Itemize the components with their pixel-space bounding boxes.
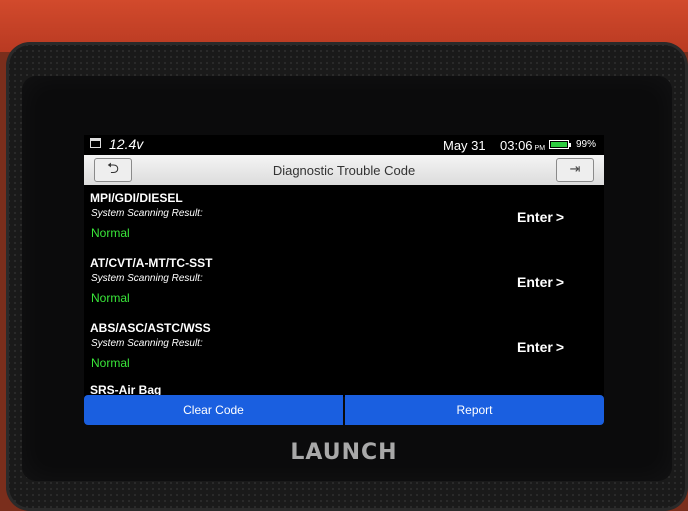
status-bar: 12.4v May 31 03:06 PM 99% [84,135,604,155]
clear-code-button[interactable]: Clear Code [84,395,343,425]
scan-status: Normal [91,226,130,240]
status-ampm: PM [534,145,546,152]
system-list: MPI/GDI/DIESEL System Scanning Result: N… [84,187,604,397]
chevron-right-icon: > [555,274,564,290]
voltage-readout: 12.4v [109,136,144,152]
brand-logo: LAUNCH [290,440,398,465]
enter-label: Enter [517,274,553,290]
page-title: Diagnostic Trouble Code [272,163,416,178]
system-name: MPI/GDI/DIESEL [90,191,183,205]
list-item[interactable]: ABS/ASC/ASTC/WSS System Scanning Result:… [84,317,604,382]
enter-button[interactable]: Enter > [517,339,564,355]
scan-result-label: System Scanning Result: [91,208,203,219]
scan-status: Normal [91,291,130,305]
list-item[interactable]: AT/CVT/A-MT/TC-SST System Scanning Resul… [84,252,604,317]
enter-button[interactable]: Enter > [517,209,564,225]
scan-result-label: System Scanning Result: [91,338,203,349]
title-bar: ⮌ Diagnostic Trouble Code ⇥ [84,155,604,185]
enter-button[interactable]: Enter > [517,274,564,290]
system-name: ABS/ASC/ASTC/WSS [90,321,211,335]
system-name: AT/CVT/A-MT/TC-SST [90,256,213,270]
enter-label: Enter [517,339,553,355]
battery-fill [551,142,567,147]
scan-status: Normal [91,356,130,370]
list-item[interactable]: MPI/GDI/DIESEL System Scanning Result: N… [84,187,604,252]
report-button[interactable]: Report [345,395,604,425]
battery-percent: 99% [576,139,597,150]
status-time-value: 03:06 [500,138,533,153]
scan-result-label: System Scanning Result: [91,273,203,284]
exit-icon[interactable]: ⇥ [556,158,594,182]
screen: 12.4v May 31 03:06 PM 99% ⮌ Diagnostic Tr… [84,135,604,397]
enter-label: Enter [517,209,553,225]
status-time: 03:06 PM [500,138,545,153]
chevron-right-icon: > [555,339,564,355]
chevron-right-icon: > [555,209,564,225]
battery-icon [549,140,571,149]
bottom-action-bar: Clear Code Report [84,395,604,427]
calendar-icon [90,138,101,148]
battery-tip [569,143,571,147]
status-date: May 31 [443,138,486,153]
